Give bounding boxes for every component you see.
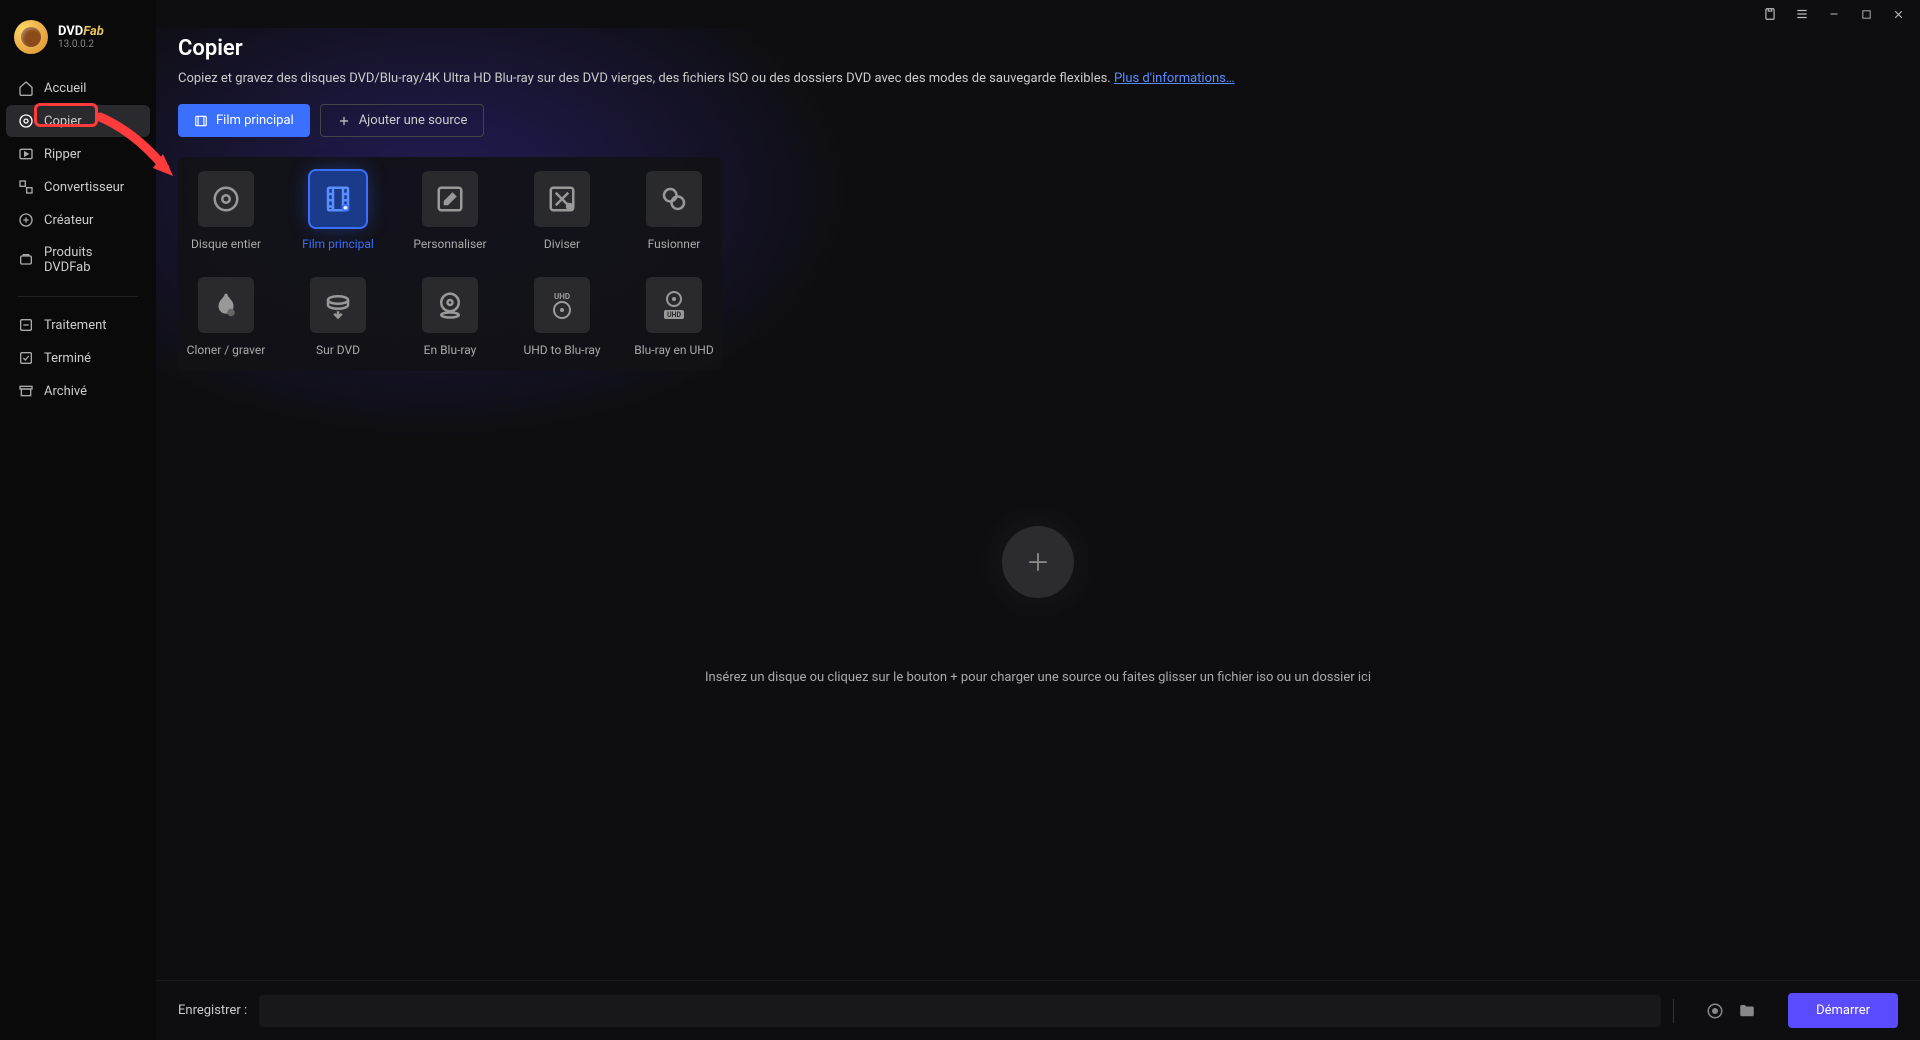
nav-label: Ripper	[44, 147, 81, 162]
nav-archived[interactable]: Archivé	[6, 375, 150, 407]
iso-output-icon[interactable]	[1706, 1002, 1724, 1020]
nav-converter[interactable]: Convertisseur	[6, 171, 150, 203]
logo-section: DVDFab 13.0.0.2	[0, 12, 156, 72]
film-principal-button[interactable]: Film principal	[178, 104, 310, 137]
save-to-label: Enregistrer :	[178, 1003, 247, 1018]
creator-icon	[18, 212, 34, 228]
ripper-icon	[18, 146, 34, 162]
nav-label: Traitement	[44, 318, 107, 333]
titlebar	[156, 0, 1920, 28]
nav-label: Copier	[44, 114, 82, 129]
archive-icon	[18, 383, 34, 399]
nav-label: Terminé	[44, 351, 91, 366]
action-row: Film principal Ajouter une source	[178, 104, 1898, 137]
nav-label: Archivé	[44, 384, 87, 399]
maximize-button[interactable]	[1852, 3, 1880, 25]
drop-area[interactable]: Insérez un disque ou cliquez sur le bout…	[178, 206, 1898, 980]
nav-label: Créateur	[44, 213, 93, 228]
done-icon	[18, 350, 34, 366]
page-title: Copier	[178, 36, 1898, 61]
add-source-button[interactable]: Ajouter une source	[320, 104, 485, 137]
button-label: Film principal	[216, 113, 294, 128]
drop-instruction-text: Insérez un disque ou cliquez sur le bout…	[705, 670, 1371, 685]
start-button[interactable]: Démarrer	[1788, 993, 1898, 1028]
footer-bar: Enregistrer : Démarrer	[156, 980, 1920, 1040]
close-button[interactable]	[1884, 3, 1912, 25]
save-path-input[interactable]	[259, 995, 1661, 1027]
nav-label: Produits DVDFab	[44, 245, 138, 275]
plus-icon	[1023, 547, 1053, 577]
nav-processing[interactable]: Traitement	[6, 309, 150, 341]
nav-done[interactable]: Terminé	[6, 342, 150, 374]
plus-icon	[337, 114, 351, 128]
sidebar-divider	[18, 296, 138, 297]
nav-ripper[interactable]: Ripper	[6, 138, 150, 170]
app-logo-icon	[14, 20, 48, 54]
more-info-link[interactable]: Plus d'informations…	[1114, 71, 1235, 86]
nav-main: Accueil Copier Ripper Convertisseur Créa…	[0, 72, 156, 284]
titlebar-pin-icon[interactable]	[1756, 3, 1784, 25]
nav-copier[interactable]: Copier	[6, 105, 150, 137]
button-label: Ajouter une source	[359, 113, 468, 128]
brand-block: DVDFab 13.0.0.2	[58, 24, 104, 50]
drop-circle-outer	[978, 502, 1098, 622]
footer-icons	[1706, 1002, 1756, 1020]
nav-label: Accueil	[44, 81, 86, 96]
film-icon	[194, 114, 208, 128]
minimize-button[interactable]	[1820, 3, 1848, 25]
nav-secondary: Traitement Terminé Archivé	[0, 309, 156, 408]
nav-home[interactable]: Accueil	[6, 72, 150, 104]
nav-creator[interactable]: Créateur	[6, 204, 150, 236]
page-description: Copiez et gravez des disques DVD/Blu-ray…	[178, 71, 1898, 86]
content: Copier Copiez et gravez des disques DVD/…	[156, 28, 1920, 980]
processing-icon	[18, 317, 34, 333]
add-source-circle-button[interactable]	[1002, 526, 1074, 598]
converter-icon	[18, 179, 34, 195]
main-area: Copier Copiez et gravez des disques DVD/…	[156, 0, 1920, 1040]
home-icon	[18, 80, 34, 96]
copy-icon	[18, 113, 34, 129]
brand-name: DVDFab	[58, 24, 104, 39]
sidebar: DVDFab 13.0.0.2 Accueil Copier Ripper Co…	[0, 0, 156, 1040]
nav-label: Convertisseur	[44, 180, 124, 195]
brand-version: 13.0.0.2	[58, 39, 104, 50]
nav-products[interactable]: Produits DVDFab	[6, 237, 150, 283]
folder-output-icon[interactable]	[1738, 1002, 1756, 1020]
footer-separator	[1673, 999, 1674, 1023]
titlebar-menu-icon[interactable]	[1788, 3, 1816, 25]
products-icon	[18, 252, 34, 268]
